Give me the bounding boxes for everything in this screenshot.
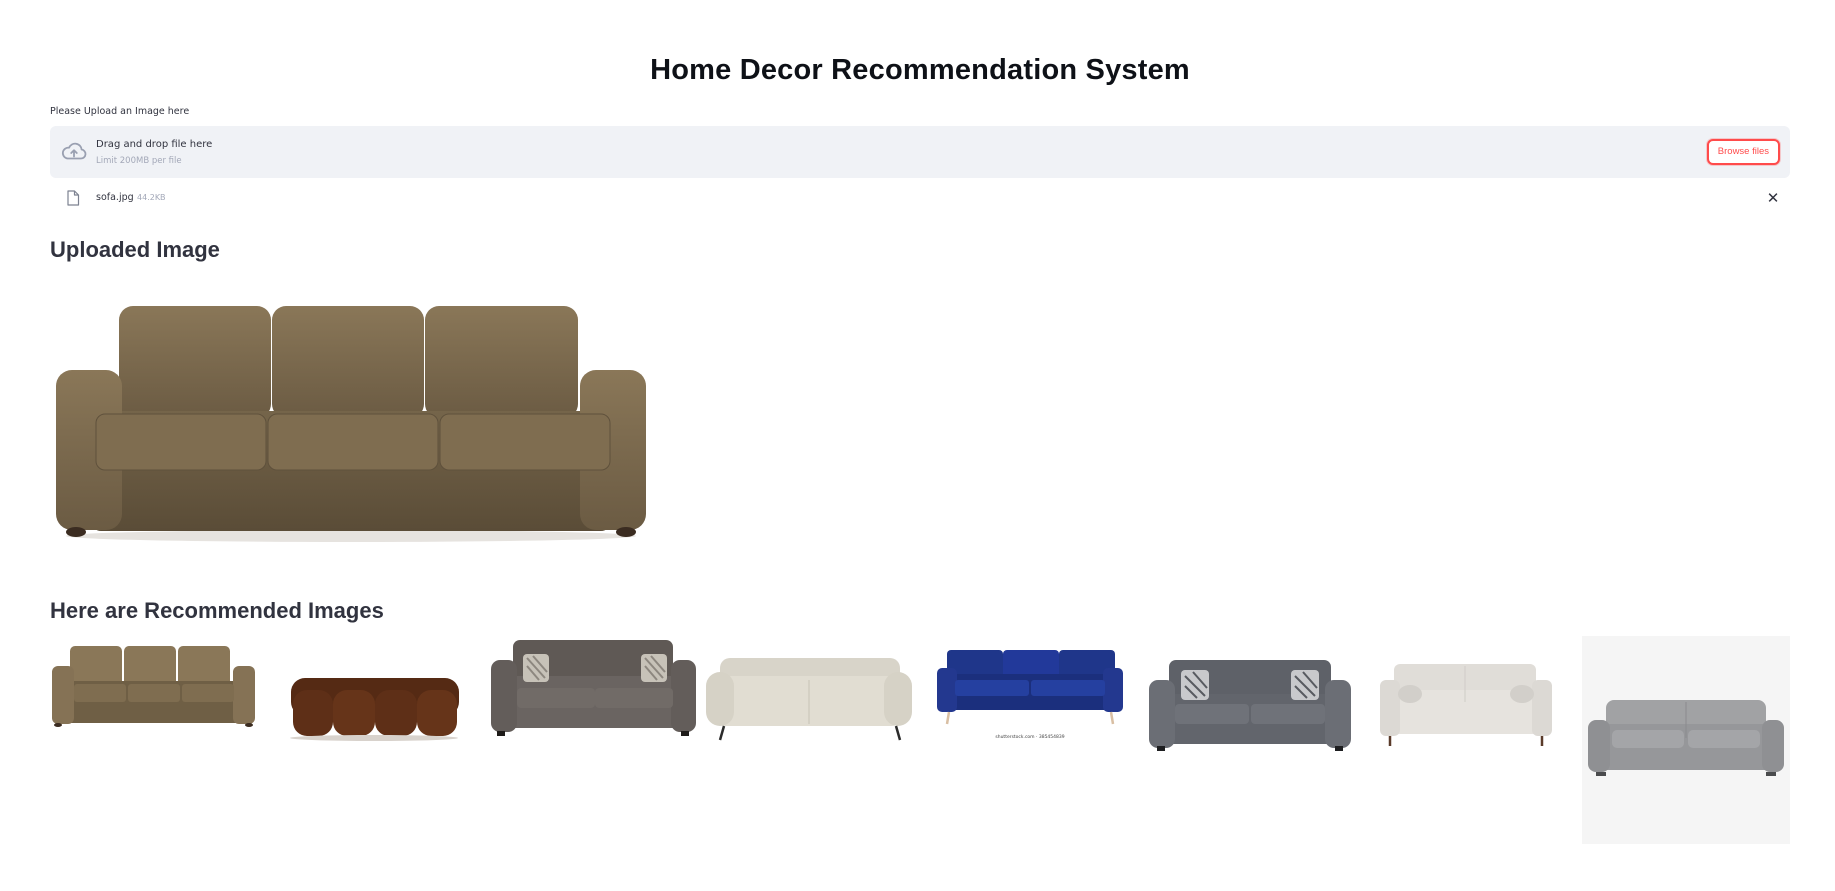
recommended-image-4[interactable]: [706, 636, 913, 844]
recommended-image-6[interactable]: [1147, 636, 1353, 844]
recommended-image-5[interactable]: shutterstock.com · 385454839: [935, 636, 1125, 844]
recommended-image-5-caption: shutterstock.com · 385454839: [995, 734, 1064, 740]
close-icon[interactable]: ✕: [1764, 189, 1782, 207]
file-dropzone[interactable]: Drag and drop file here Limit 200MB per …: [50, 126, 1790, 178]
recommended-image-8[interactable]: [1582, 636, 1790, 844]
page-title: Home Decor Recommendation System: [650, 54, 1190, 86]
file-icon: [67, 190, 80, 206]
uploaded-file-size: 44.2KB: [137, 193, 166, 202]
uploaded-file-name: sofa.jpg: [96, 192, 134, 203]
recommended-images-heading: Here are Recommended Images: [50, 598, 384, 623]
cloud-upload-icon: [61, 142, 87, 160]
recommended-image-2[interactable]: [279, 636, 470, 844]
recommended-image-7[interactable]: [1376, 636, 1555, 844]
uploaded-sofa-image: [56, 306, 646, 542]
recommended-image-1[interactable]: [50, 636, 257, 844]
browse-files-button[interactable]: Browse files: [1706, 139, 1780, 165]
recommended-image-3[interactable]: [491, 636, 696, 844]
uploaded-file-row: sofa.jpg 44.2KB ✕: [50, 186, 1790, 210]
uploaded-image-heading: Uploaded Image: [50, 237, 220, 262]
dropzone-text: Drag and drop file here: [96, 139, 213, 150]
dropzone-limit-text: Limit 200MB per file: [96, 156, 182, 166]
uploader-label: Please Upload an Image here: [50, 106, 190, 117]
